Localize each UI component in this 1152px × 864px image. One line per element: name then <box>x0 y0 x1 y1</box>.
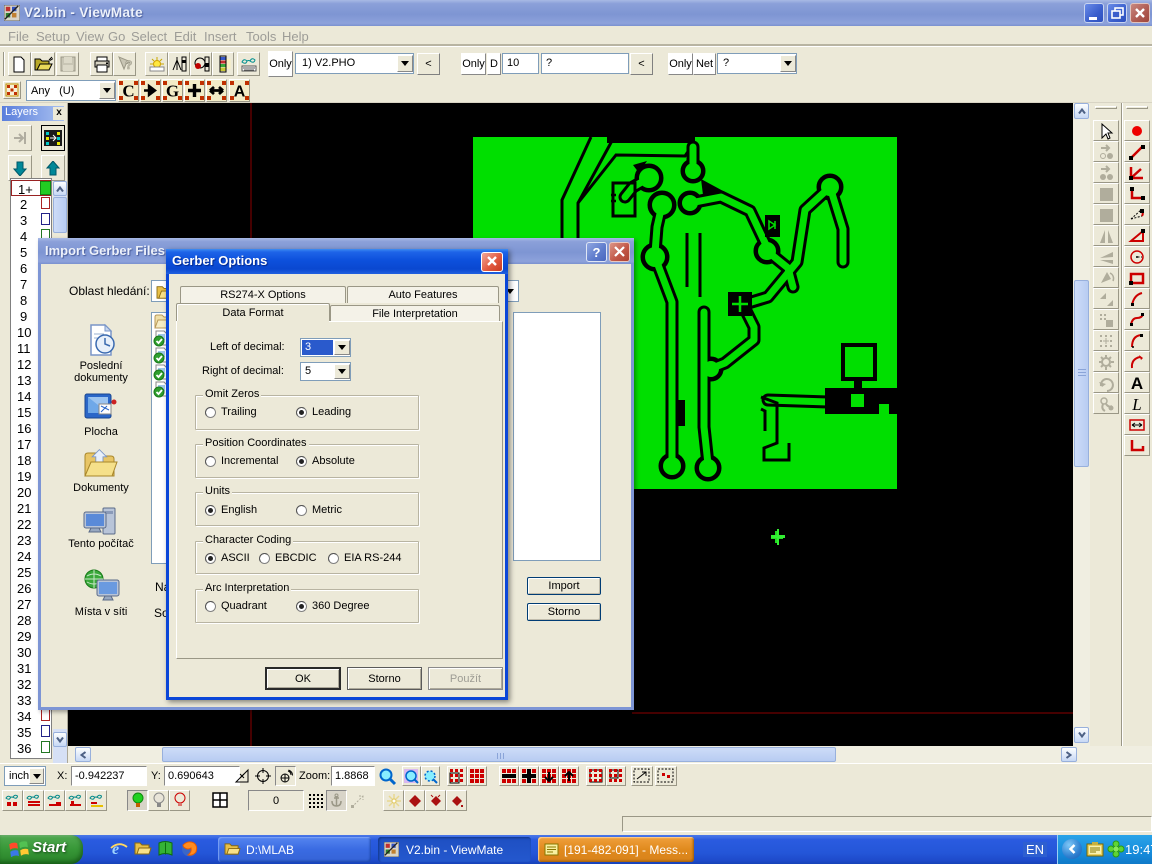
svg-text:C: C <box>122 82 134 101</box>
svg-text:L: L <box>1131 395 1141 413</box>
svg-text:A: A <box>1131 374 1143 392</box>
svg-text:?: ? <box>125 58 132 72</box>
svg-text:G: G <box>166 82 179 101</box>
svg-text:A: A <box>234 84 246 101</box>
